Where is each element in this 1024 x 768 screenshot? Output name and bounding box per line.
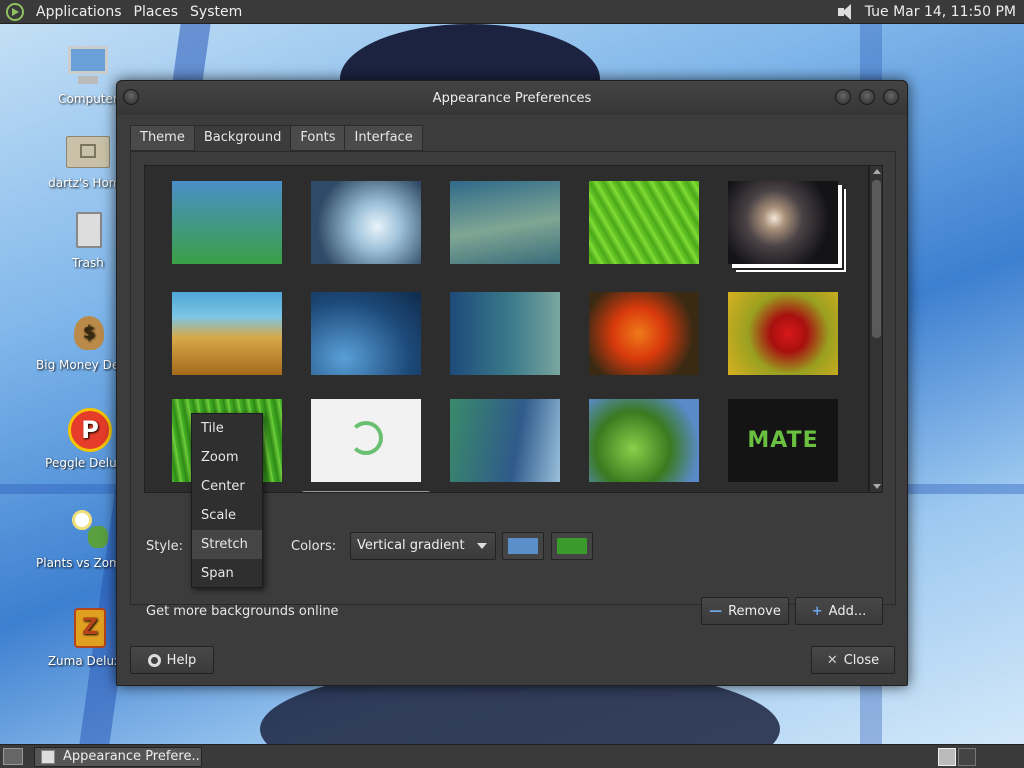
colors-mode-combo[interactable]: Vertical gradient [350, 532, 496, 560]
remove-label: Remove [728, 603, 781, 619]
help-label: Help [166, 652, 197, 668]
tab-bar: Theme Background Fonts Interface [130, 125, 423, 152]
add-label: Add... [828, 603, 867, 619]
window-title: Appearance Preferences [432, 90, 592, 106]
colors-mode-value: Vertical gradient [357, 538, 465, 553]
get-more-backgrounds-link[interactable]: Get more backgrounds online [146, 604, 339, 619]
taskbar-button-appearance[interactable]: Appearance Prefere... [34, 747, 202, 767]
panel-tray: Tue Mar 14, 11:50 PM [837, 0, 1016, 24]
scroll-down-arrow-icon[interactable] [873, 484, 881, 489]
clock[interactable]: Tue Mar 14, 11:50 PM [865, 4, 1016, 20]
style-option-center[interactable]: Center [192, 472, 262, 501]
tab-theme[interactable]: Theme [130, 125, 195, 151]
mate-logo-icon [349, 421, 383, 455]
style-dropdown-menu: Tile Zoom Center Scale Stretch Span [191, 413, 263, 588]
minus-icon: — [709, 603, 723, 619]
close-label: Close [843, 652, 880, 668]
plants-icon [64, 508, 112, 552]
thumb-blue-green-wave[interactable] [450, 399, 560, 482]
thumb-orange-flower[interactable] [589, 292, 699, 375]
chevron-down-icon [477, 543, 487, 549]
close-icon: ✕ [826, 652, 838, 668]
secondary-color-button[interactable] [551, 532, 593, 560]
money-bag-icon: $ [64, 310, 112, 354]
style-option-zoom[interactable]: Zoom [192, 443, 262, 472]
menu-applications[interactable]: Applications [30, 4, 128, 20]
thumb-blue-dots[interactable] [450, 292, 560, 375]
style-option-scale[interactable]: Scale [192, 501, 262, 530]
colors-label: Colors: [291, 539, 337, 554]
style-label: Style: [146, 539, 184, 554]
minimize-button[interactable] [835, 89, 851, 105]
thumb-red-flower[interactable] [728, 292, 838, 375]
wallpaper-scrollbar[interactable] [869, 165, 883, 493]
volume-icon[interactable] [837, 4, 855, 20]
thumb-grass-field[interactable] [172, 292, 282, 375]
thumb-mate-logo-dark[interactable]: MATE [728, 399, 838, 482]
tab-fonts[interactable]: Fonts [290, 125, 346, 151]
thumb-teal-waves[interactable] [450, 181, 560, 264]
bottom-panel: Appearance Prefere... [0, 744, 1024, 768]
primary-color-button[interactable] [502, 532, 544, 560]
mate-logo-text: MATE [747, 428, 819, 453]
appearance-preferences-window: Appearance Preferences Theme Background … [116, 80, 908, 686]
workspace-2[interactable] [958, 748, 976, 766]
primary-color-swatch [508, 538, 538, 554]
thumb-blue-green-gradient[interactable] [172, 181, 282, 264]
thumb-green-leaf[interactable] [589, 181, 699, 264]
scroll-up-arrow-icon[interactable] [873, 169, 881, 174]
selected-thumbnail-frame [299, 491, 433, 492]
remove-button[interactable]: — Remove [701, 597, 789, 625]
top-panel: Applications Places System Tue Mar 14, 1… [0, 0, 1024, 24]
tab-interface[interactable]: Interface [344, 125, 423, 151]
mate-menu-icon[interactable] [6, 2, 24, 21]
window-titlebar[interactable]: Appearance Preferences [117, 81, 907, 115]
thumb-spiral-galaxy[interactable] [728, 181, 838, 264]
style-option-stretch[interactable]: Stretch [192, 530, 262, 559]
show-desktop-icon[interactable] [3, 748, 23, 765]
thumb-mate-logo-white[interactable] [311, 399, 421, 482]
appearance-app-icon [41, 750, 55, 764]
thumb-ladybug-grass[interactable] [589, 399, 699, 482]
taskbar-label: Appearance Prefere... [63, 749, 202, 764]
computer-icon [64, 44, 112, 88]
thumb-blue-bubbles[interactable] [311, 292, 421, 375]
close-window-button[interactable] [883, 89, 899, 105]
maximize-button[interactable] [859, 89, 875, 105]
secondary-color-swatch [557, 538, 587, 554]
workspace-1[interactable] [938, 748, 956, 766]
help-button[interactable]: Help [130, 646, 214, 674]
style-option-tile[interactable]: Tile [192, 414, 262, 443]
close-button[interactable]: ✕ Close [811, 646, 895, 674]
menu-places[interactable]: Places [128, 4, 185, 20]
plus-icon: + [811, 603, 823, 619]
style-option-span[interactable]: Span [192, 559, 262, 588]
tab-background[interactable]: Background [193, 125, 292, 152]
help-lifebuoy-icon [147, 653, 161, 667]
add-button[interactable]: + Add... [795, 597, 883, 625]
menu-system[interactable]: System [184, 4, 248, 20]
thumb-water-drop[interactable] [311, 181, 421, 264]
peggle-icon: P [64, 408, 112, 452]
home-folder-icon [64, 128, 112, 172]
trash-icon [64, 208, 112, 252]
window-menu-button[interactable] [123, 89, 139, 105]
zuma-icon: Z [64, 606, 112, 650]
scrollbar-thumb[interactable] [872, 180, 881, 338]
